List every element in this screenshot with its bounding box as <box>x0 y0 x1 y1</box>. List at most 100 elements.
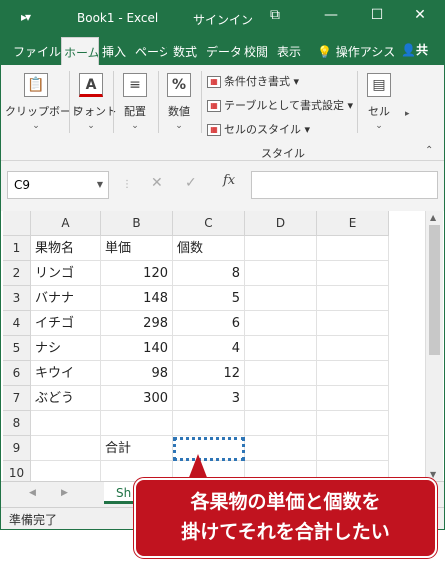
column-header[interactable]: B <box>101 211 173 236</box>
table-icon: ▦ <box>207 100 221 112</box>
close-button[interactable]: ✕ <box>406 7 434 23</box>
cell[interactable]: 148 <box>101 286 173 311</box>
cell[interactable]: 果物名 <box>31 236 101 261</box>
cell[interactable] <box>101 411 173 436</box>
font-group[interactable]: A フォント ⌄ <box>73 73 117 131</box>
cell[interactable] <box>245 361 317 386</box>
cell[interactable] <box>317 411 389 436</box>
row-header[interactable]: 7 <box>3 386 31 411</box>
scroll-up-icon[interactable]: ▲ <box>430 213 436 222</box>
formula-bar-grip[interactable]: ⋮ <box>122 179 133 190</box>
ribbon-display-icon[interactable]: ⧉ <box>261 7 289 23</box>
share-button[interactable]: 👤共 <box>401 41 428 58</box>
cell[interactable]: 12 <box>173 361 245 386</box>
cell[interactable] <box>245 261 317 286</box>
name-box[interactable]: C9 ▼ <box>7 171 109 199</box>
enter-icon[interactable]: ✓ <box>185 175 197 191</box>
tab-view[interactable]: 表示 <box>277 43 301 60</box>
cell[interactable]: リンゴ <box>31 261 101 286</box>
column-header[interactable]: E <box>317 211 389 236</box>
collapse-ribbon-icon[interactable]: ⌃ <box>425 145 433 156</box>
tell-me-box[interactable]: 💡 操作アシス <box>317 43 395 60</box>
cell[interactable]: 6 <box>173 311 245 336</box>
cell[interactable]: 140 <box>101 336 173 361</box>
cells-group[interactable]: ▤ セル ⌄ <box>363 73 395 131</box>
cell[interactable] <box>317 236 389 261</box>
cell[interactable] <box>31 436 101 461</box>
signin-link[interactable]: サインイン <box>193 11 253 28</box>
row-header[interactable]: 6 <box>3 361 31 386</box>
cell[interactable]: 単価 <box>101 236 173 261</box>
cell[interactable] <box>245 336 317 361</box>
cancel-icon[interactable]: ✕ <box>151 175 163 191</box>
tab-page-layout[interactable]: ページ <box>135 43 167 60</box>
cell[interactable]: 120 <box>101 261 173 286</box>
row-header[interactable]: 5 <box>3 336 31 361</box>
cell[interactable] <box>317 361 389 386</box>
column-header[interactable]: C <box>173 211 245 236</box>
sheet-prev-icon[interactable]: ◀ <box>29 488 36 498</box>
cell[interactable] <box>317 436 389 461</box>
cell[interactable]: 98 <box>101 361 173 386</box>
conditional-formatting-button[interactable]: ▦ 条件付き書式 ▾ <box>207 73 299 89</box>
cell[interactable] <box>245 311 317 336</box>
cell[interactable]: イチゴ <box>31 311 101 336</box>
formula-input[interactable] <box>251 171 438 199</box>
row-header[interactable]: 2 <box>3 261 31 286</box>
cell[interactable] <box>245 386 317 411</box>
scroll-down-icon[interactable]: ▼ <box>430 470 436 479</box>
column-header[interactable]: A <box>31 211 101 236</box>
row-header[interactable]: 3 <box>3 286 31 311</box>
format-as-table-button[interactable]: ▦ テーブルとして書式設定 ▾ <box>207 97 353 113</box>
cell[interactable]: 3 <box>173 386 245 411</box>
cell[interactable]: 4 <box>173 336 245 361</box>
row-header[interactable]: 9 <box>3 436 31 461</box>
tab-file[interactable]: ファイル <box>13 43 61 60</box>
cell[interactable] <box>31 411 101 436</box>
cell[interactable]: ナシ <box>31 336 101 361</box>
row-header[interactable]: 1 <box>3 236 31 261</box>
ribbon-scroll-right-icon[interactable]: ▸ <box>405 109 410 119</box>
selected-cell-c9[interactable] <box>173 437 245 461</box>
maximize-button[interactable]: ☐ <box>363 7 391 23</box>
quick-access-toolbar[interactable]: ▸▾ <box>21 10 31 24</box>
cell[interactable]: 個数 <box>173 236 245 261</box>
tab-insert[interactable]: 挿入 <box>102 43 126 60</box>
cell[interactable] <box>317 261 389 286</box>
clipboard-group[interactable]: 📋 クリップボード ⌄ <box>5 73 82 131</box>
row-header[interactable]: 8 <box>3 411 31 436</box>
tab-home[interactable]: ホーム <box>61 37 99 65</box>
cell[interactable] <box>317 386 389 411</box>
cell[interactable]: 8 <box>173 261 245 286</box>
row-header[interactable]: 4 <box>3 311 31 336</box>
cell[interactable]: ぶどう <box>31 386 101 411</box>
column-header[interactable]: D <box>245 211 317 236</box>
cell[interactable]: 300 <box>101 386 173 411</box>
cell[interactable]: 合計 <box>101 436 173 461</box>
minimize-button[interactable]: — <box>317 7 345 23</box>
cell[interactable] <box>317 311 389 336</box>
tab-formulas[interactable]: 数式 <box>173 43 197 60</box>
sheet-next-icon[interactable]: ▶ <box>61 488 68 498</box>
cell[interactable]: キウイ <box>31 361 101 386</box>
chevron-down-icon[interactable]: ▼ <box>97 180 103 189</box>
vertical-scrollbar[interactable]: ▲ ▼ <box>425 211 443 481</box>
tab-data[interactable]: データ <box>206 43 240 60</box>
insert-function-icon[interactable]: fx <box>223 173 235 188</box>
cell[interactable] <box>317 336 389 361</box>
number-group[interactable]: % 数値 ⌄ <box>163 73 195 131</box>
cell[interactable]: バナナ <box>31 286 101 311</box>
scroll-thumb[interactable] <box>429 225 440 355</box>
cell[interactable] <box>245 411 317 436</box>
select-all-corner[interactable] <box>3 211 31 236</box>
cell[interactable] <box>245 286 317 311</box>
cell[interactable]: 298 <box>101 311 173 336</box>
cell[interactable] <box>317 286 389 311</box>
cell[interactable] <box>245 236 317 261</box>
cell-styles-button[interactable]: ▦ セルのスタイル ▾ <box>207 121 310 137</box>
cell[interactable]: 5 <box>173 286 245 311</box>
alignment-group[interactable]: ≡ 配置 ⌄ <box>119 73 151 131</box>
tab-review[interactable]: 校閲 <box>244 43 268 60</box>
cell[interactable] <box>173 411 245 436</box>
cell[interactable] <box>245 436 317 461</box>
